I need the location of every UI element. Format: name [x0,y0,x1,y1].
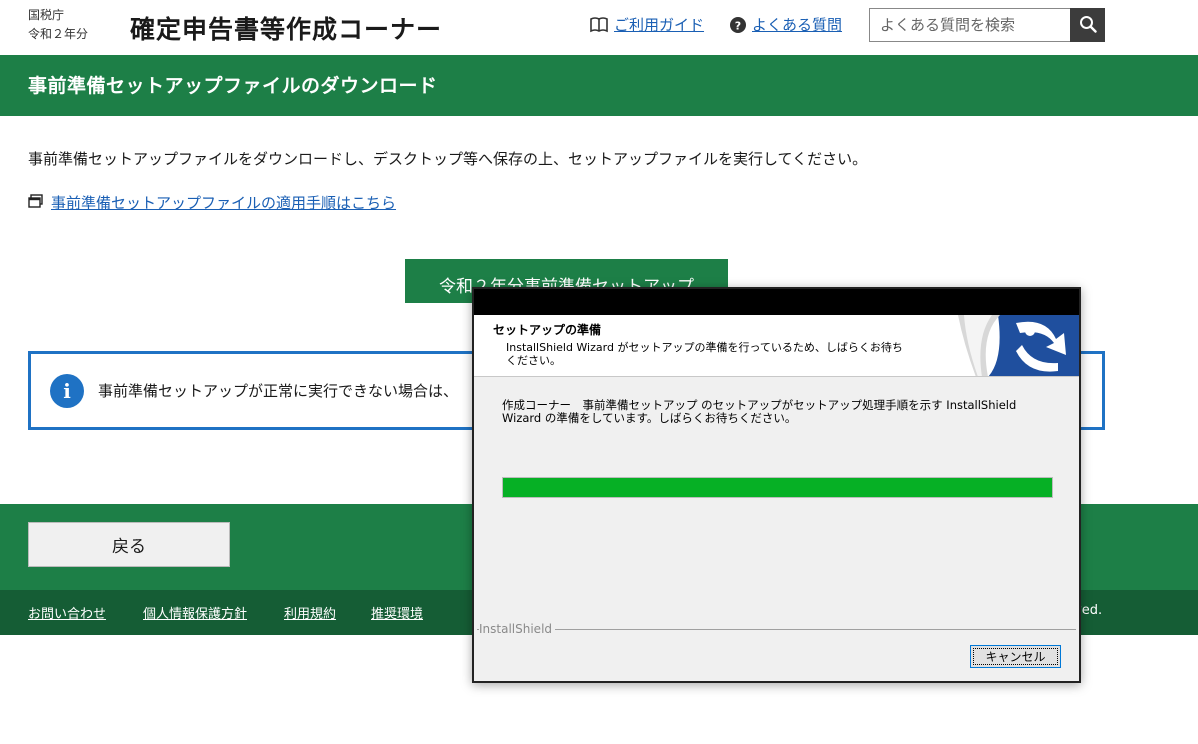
installshield-brand-line: InstallShield [477,622,1076,636]
info-icon: i [50,374,84,408]
installshield-logo [958,315,1079,376]
notice-text: 事前準備セットアップが正常に実行できない場合は、 [98,382,459,400]
guide-link-label[interactable]: ご利用ガイド [614,14,704,35]
page-root: 国税庁 令和２年分 確定申告書等作成コーナー ご利用ガイド ? よくある質問 事… [0,0,1198,744]
setup-progress-fill [503,478,1052,497]
footer-link-contact[interactable]: お問い合わせ [28,603,106,622]
cancel-button[interactable]: キャンセル [970,645,1061,668]
faq-link-label[interactable]: よくある質問 [752,14,842,35]
footer-link-privacy[interactable]: 個人情報保護方針 [143,603,247,622]
tax-year: 令和２年分 [28,27,89,41]
setup-progress-bar [502,477,1053,498]
book-icon [590,16,608,33]
page-title: 事前準備セットアップファイルのダウンロード [28,75,438,97]
page-title-bar: 事前準備セットアップファイルのダウンロード [0,55,1198,116]
window-icon [28,193,43,212]
procedure-link-label[interactable]: 事前準備セットアップファイルの適用手順はこちら [51,192,396,213]
guide-link[interactable]: ご利用ガイド [590,14,704,35]
faq-link[interactable]: ? よくある質問 [730,14,842,35]
dialog-subheading: InstallShield Wizard がセットアップの準備を行っているため、… [506,341,903,367]
procedure-link[interactable]: 事前準備セットアップファイルの適用手順はこちら [28,192,396,213]
installshield-brand: InstallShield [479,622,556,636]
agency-block: 国税庁 令和２年分 [28,6,88,44]
back-button[interactable]: 戻る [28,522,230,567]
question-icon: ? [730,16,746,33]
site-title[interactable]: 確定申告書等作成コーナー [130,10,442,46]
installshield-dialog: セットアップの準備 InstallShield Wizard がセットアップの準… [472,287,1081,683]
dialog-body-text: 作成コーナー 事前準備セットアップ のセットアップがセットアップ処理手順を示す … [502,398,1017,425]
faq-search-input[interactable] [869,8,1071,42]
search-button[interactable] [1070,8,1105,42]
dialog-banner: セットアップの準備 InstallShield Wizard がセットアップの準… [474,315,1079,377]
site-header: 国税庁 令和２年分 確定申告書等作成コーナー ご利用ガイド ? よくある質問 [0,0,1198,55]
footer-link-environment[interactable]: 推奨環境 [371,603,423,622]
agency-name: 国税庁 [28,8,65,22]
svg-text:?: ? [735,19,741,32]
dialog-titlebar[interactable] [474,289,1079,315]
dialog-heading: セットアップの準備 [493,323,602,337]
brand-divider [477,629,1076,630]
instruction-text: 事前準備セットアップファイルをダウンロードし、デスクトップ等へ保存の上、セットア… [28,150,868,168]
search-icon [1079,15,1097,36]
footer-link-terms[interactable]: 利用規約 [284,603,336,622]
